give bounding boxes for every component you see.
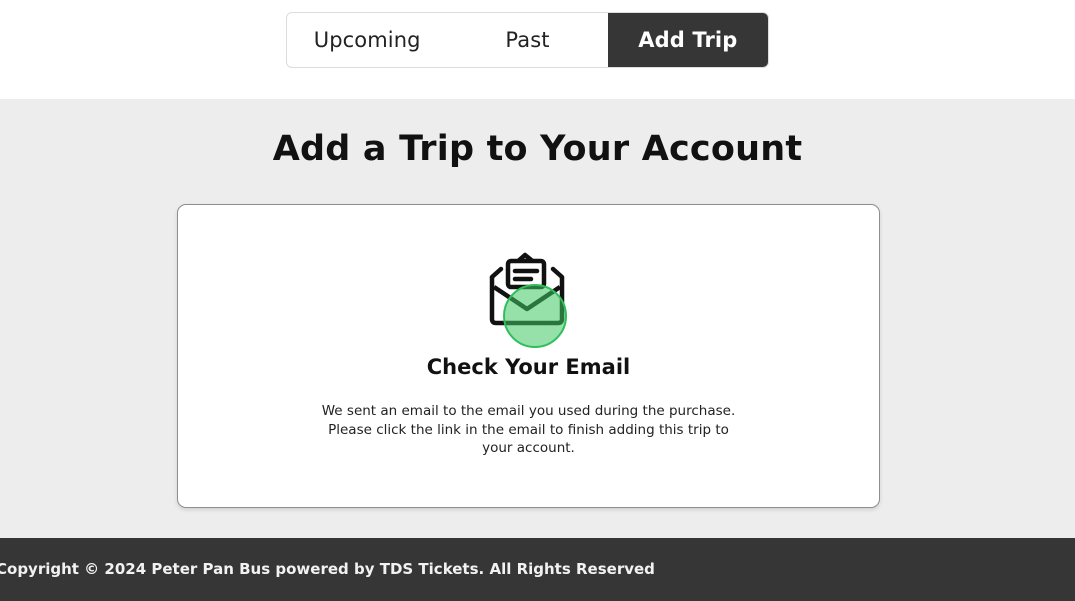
card-message-line-1: We sent an email to the email you used d…: [321, 403, 736, 419]
copyright-text: Copyright © 2024 Peter Pan Bus powered b…: [0, 560, 655, 578]
page: Upcoming Past Add Trip Add a Trip to You…: [0, 0, 1075, 601]
tab-add-trip[interactable]: Add Trip: [607, 13, 768, 67]
card-message-line-2: Please click the link in the email to fi…: [328, 421, 729, 457]
main-content: Add a Trip to Your Account Check Your Em…: [0, 99, 1075, 538]
click-indicator: [503, 284, 567, 348]
page-title: Add a Trip to Your Account: [272, 129, 803, 169]
card-title: Check Your Email: [426, 355, 631, 379]
tab-past[interactable]: Past: [447, 13, 607, 67]
footer: Copyright © 2024 Peter Pan Bus powered b…: [0, 538, 1075, 601]
tab-upcoming[interactable]: Upcoming: [287, 13, 447, 67]
card-message: We sent an email to the email you used d…: [318, 402, 739, 458]
tab-bar-section: Upcoming Past Add Trip: [0, 0, 1075, 99]
trip-tabs: Upcoming Past Add Trip: [286, 12, 769, 68]
check-email-card: Check Your Email We sent an email to the…: [177, 204, 880, 508]
